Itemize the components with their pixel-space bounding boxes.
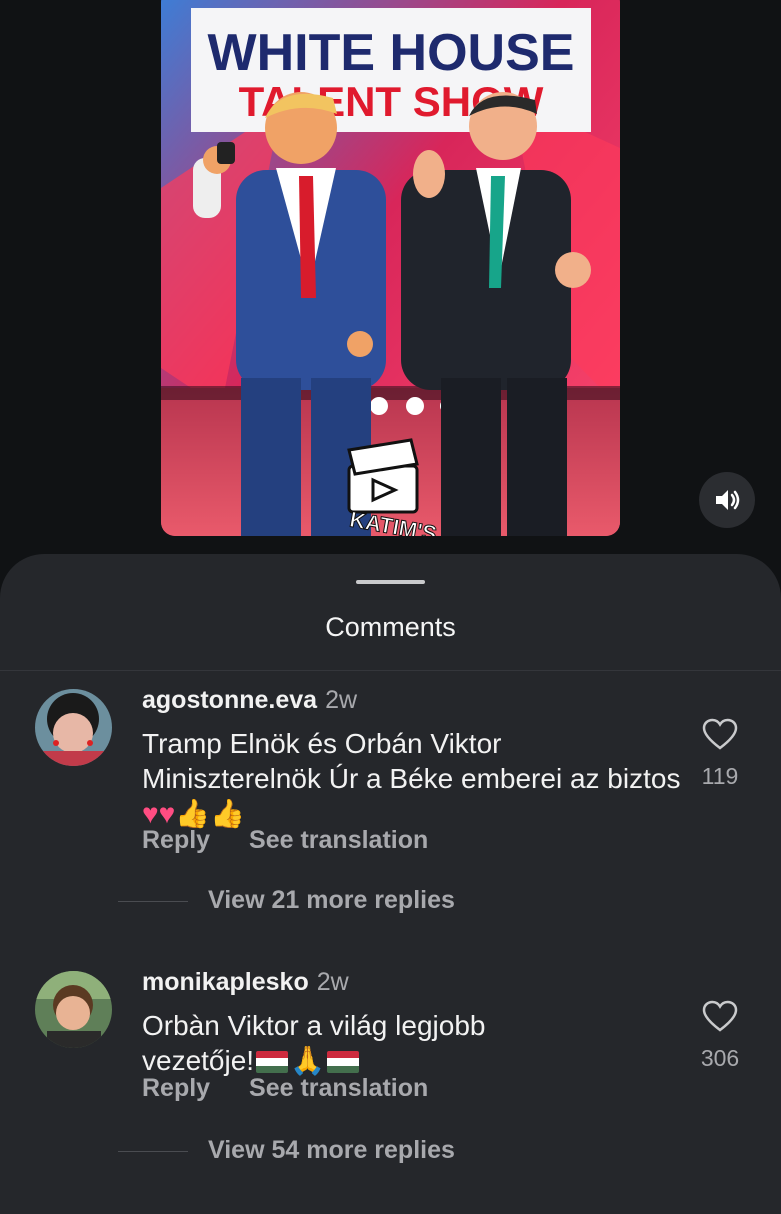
view-more-replies-button[interactable]: View 21 more replies [118, 886, 455, 915]
heart-emoji-icon: ♥ [142, 798, 159, 829]
sign-line-1: WHITE HOUSE [208, 24, 575, 82]
comment-text: Tramp Elnök és Orbán Viktor Minisztereln… [142, 726, 682, 831]
like-button[interactable]: 119 [690, 718, 750, 790]
comment-body: Tramp Elnök és Orbán Viktor Minisztereln… [142, 728, 681, 794]
sound-toggle-button[interactable] [699, 472, 755, 528]
comment-actions: Reply See translation [142, 826, 428, 855]
see-translation-button[interactable]: See translation [249, 1074, 428, 1103]
video-area[interactable]: WHITE HOUSE TALENT SHOW KATIM'S [0, 0, 781, 560]
avatar[interactable] [35, 971, 112, 1048]
comment-username[interactable]: agostonne.eva [142, 686, 317, 714]
like-button[interactable]: 306 [690, 1000, 750, 1072]
like-count: 119 [701, 763, 739, 789]
reply-button[interactable]: Reply [142, 826, 210, 855]
comment-timestamp: 2w [325, 686, 358, 714]
comment-actions: Reply See translation [142, 1074, 428, 1103]
like-count: 306 [700, 1045, 740, 1071]
comment-header: monikaplesko 2w [142, 968, 349, 997]
speaker-icon [716, 490, 740, 510]
reply-line [118, 900, 188, 902]
comment-text: Orbàn Viktor a világ legjobb vezetője! 🙏 [142, 1008, 562, 1078]
reply-line [118, 1150, 188, 1152]
avatar[interactable] [35, 689, 112, 766]
heart-icon [702, 718, 738, 750]
comment-timestamp: 2w [316, 968, 349, 996]
comments-sheet: Comments agostonne.eva 2w Tramp Elnök és … [0, 554, 781, 1214]
hungary-flag-icon [326, 1051, 359, 1073]
thumbs-up-emoji-icon: 👍 [210, 798, 245, 829]
clapperboard-icon [347, 438, 419, 514]
comment-header: agostonne.eva 2w [142, 686, 357, 715]
sheet-title: Comments [325, 612, 456, 642]
thumbs-up-emoji-icon: 👍 [175, 798, 211, 829]
divider [0, 670, 781, 671]
heart-icon [702, 1000, 738, 1032]
view-replies-label[interactable]: View 54 more replies [208, 1136, 455, 1164]
view-replies-label[interactable]: View 21 more replies [208, 886, 455, 914]
heart-emoji-icon: ♥ [158, 798, 176, 829]
comment-username[interactable]: monikaplesko [142, 968, 309, 996]
see-translation-button[interactable]: See translation [249, 826, 428, 855]
video-thumbnail[interactable]: WHITE HOUSE TALENT SHOW KATIM'S [161, 0, 620, 536]
view-more-replies-button[interactable]: View 54 more replies [118, 1136, 455, 1165]
sheet-grabber[interactable] [356, 580, 425, 584]
folded-hands-emoji-icon: 🙏 [290, 1045, 325, 1076]
reply-button[interactable]: Reply [142, 1074, 210, 1103]
hungary-flag-icon [256, 1051, 289, 1073]
